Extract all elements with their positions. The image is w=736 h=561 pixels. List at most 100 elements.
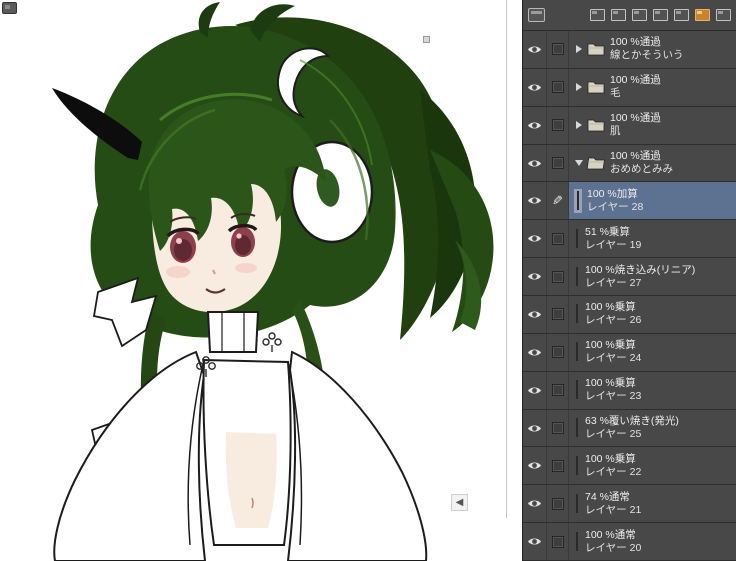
layer-row-content[interactable]: 100 %乗算 レイヤー 22 — [569, 447, 736, 484]
layer-thumbnail[interactable] — [576, 304, 578, 324]
corner-toolbar-icon[interactable] — [2, 2, 17, 14]
active-panel-icon[interactable] — [695, 9, 710, 21]
layer-row-content[interactable]: 74 %通常 レイヤー 21 — [569, 485, 736, 522]
layer-thumbnail[interactable] — [576, 455, 578, 475]
layer-row-content[interactable]: 63 %覆い焼き(発光) レイヤー 25 — [569, 410, 736, 447]
visibility-toggle[interactable] — [523, 333, 547, 371]
expand-arrow-icon[interactable] — [576, 83, 582, 92]
layer-text: 100 %乗算 レイヤー 26 — [585, 301, 641, 327]
layer-row[interactable]: ✎ 100 %通常 レイヤー 20 — [523, 523, 736, 561]
layer-checkbox-cell[interactable]: ✎ — [547, 258, 569, 296]
visibility-toggle[interactable] — [523, 258, 547, 296]
layer-checkbox-cell[interactable]: ✎ — [547, 296, 569, 333]
layer-row[interactable]: ✎ 100 %乗算 レイヤー 22 — [523, 447, 736, 486]
layer-row[interactable]: ✎ 100 %加算 レイヤー 28 — [523, 182, 736, 221]
layer-checkbox-cell[interactable]: ✎ — [547, 447, 569, 485]
layer-checkbox-cell[interactable]: ✎ — [547, 144, 569, 182]
scroll-left-arrow-icon[interactable]: ◀ — [451, 494, 468, 511]
layer-row-content[interactable]: 100 %加算 レイヤー 28 — [569, 182, 736, 220]
layer-blend: 100 %乗算 — [585, 377, 636, 390]
layer-thumbnail[interactable] — [577, 190, 579, 210]
eye-icon — [528, 387, 541, 394]
layer-row[interactable]: ✎ 100 %焼き込み(リニア) レイヤー 27 — [523, 258, 736, 297]
canvas-area[interactable]: ◀ — [0, 0, 522, 561]
layer-checkbox-cell[interactable]: ✎ — [547, 523, 569, 561]
layer-row[interactable]: ✎ 100 %乗算 レイヤー 26 — [523, 296, 736, 334]
visibility-toggle[interactable] — [523, 182, 547, 220]
folder-row-content[interactable]: 100 %通過 線とかそういう — [569, 31, 736, 68]
expand-arrow-icon[interactable] — [576, 45, 582, 54]
layer-row[interactable]: ✎ 51 %乗算 レイヤー 19 — [523, 220, 736, 259]
layer-folder-row[interactable]: ✎ 100 %通過 肌 — [523, 106, 736, 145]
visibility-toggle[interactable] — [523, 31, 547, 68]
layer-row[interactable]: ✎ 74 %通常 レイヤー 21 — [523, 485, 736, 524]
folder-row-content[interactable]: 100 %通過 おめめとみみ — [569, 145, 736, 182]
visibility-toggle[interactable] — [523, 447, 547, 485]
layer-name: レイヤー 26 — [585, 314, 642, 327]
layer-checkbox-cell[interactable]: ✎ — [547, 68, 569, 106]
layer-thumbnail[interactable] — [576, 418, 578, 438]
canvas-marker-dot — [423, 36, 430, 43]
folder-row-content[interactable]: 100 %通過 毛 — [569, 69, 736, 106]
layer-checkbox-cell[interactable]: ✎ — [547, 409, 569, 447]
layer-row-content[interactable]: 100 %乗算 レイヤー 24 — [569, 334, 736, 371]
artwork-illustration[interactable] — [0, 0, 522, 561]
eye-icon — [528, 122, 541, 129]
layer-row-content[interactable]: 100 %乗算 レイヤー 26 — [569, 296, 736, 333]
dock-panel-icon[interactable] — [632, 9, 647, 21]
checkbox-icon — [551, 535, 564, 548]
layer-text: 100 %通常 レイヤー 20 — [585, 529, 641, 555]
layer-row[interactable]: ✎ 63 %覆い焼き(発光) レイヤー 25 — [523, 409, 736, 448]
layer-thumbnail-wrap — [574, 228, 580, 250]
visibility-toggle[interactable] — [523, 409, 547, 447]
float-panel-icon[interactable] — [590, 9, 605, 21]
layer-checkbox-cell[interactable]: ✎ — [547, 31, 569, 68]
layer-thumbnail[interactable] — [576, 228, 578, 248]
layer-row-content[interactable]: 51 %乗算 レイヤー 19 — [569, 220, 736, 257]
visibility-toggle[interactable] — [523, 220, 547, 258]
folder-row-content[interactable]: 100 %通過 肌 — [569, 107, 736, 144]
layer-row[interactable]: ✎ 100 %乗算 レイヤー 23 — [523, 371, 736, 410]
layer-checkbox-cell[interactable]: ✎ — [547, 182, 569, 220]
layer-checkbox-cell[interactable]: ✎ — [547, 333, 569, 371]
layer-blend: 100 %通過 — [610, 112, 661, 125]
layer-folder-row[interactable]: ✎ 100 %通過 毛 — [523, 68, 736, 107]
merge-panel-icon[interactable] — [674, 9, 689, 21]
layer-thumbnail[interactable] — [576, 493, 578, 513]
folder-icon — [587, 81, 605, 94]
expand-arrow-icon[interactable] — [576, 121, 582, 130]
layer-blend: 100 %通過 — [610, 150, 661, 162]
checkbox-icon — [551, 119, 564, 132]
add-panel-icon[interactable] — [653, 9, 668, 21]
layer-row-content[interactable]: 100 %通常 レイヤー 20 — [569, 523, 736, 560]
layer-thumbnail[interactable] — [576, 380, 578, 400]
folder-icon — [587, 119, 605, 132]
layer-thumbnail-wrap — [574, 266, 580, 288]
visibility-toggle[interactable] — [523, 523, 547, 561]
visibility-toggle[interactable] — [523, 485, 547, 523]
visibility-toggle[interactable] — [523, 296, 547, 333]
layer-checkbox-cell[interactable]: ✎ — [547, 371, 569, 409]
layer-row[interactable]: ✎ 100 %乗算 レイヤー 24 — [523, 333, 736, 372]
layer-name: レイヤー 25 — [585, 428, 642, 441]
visibility-toggle[interactable] — [523, 106, 547, 144]
layer-row-content[interactable]: 100 %焼き込み(リニア) レイヤー 27 — [569, 258, 736, 295]
layer-thumbnail[interactable] — [576, 266, 578, 286]
layer-checkbox-cell[interactable]: ✎ — [547, 106, 569, 144]
expand-arrow-icon[interactable] — [575, 160, 583, 166]
layer-thumbnail[interactable] — [576, 342, 578, 362]
layer-folder-row[interactable]: ✎ 100 %通過 おめめとみみ — [523, 144, 736, 183]
palette-dock-icon[interactable] — [528, 8, 545, 22]
eye-icon — [528, 160, 541, 166]
layer-checkbox-cell[interactable]: ✎ — [547, 220, 569, 258]
visibility-toggle[interactable] — [523, 68, 547, 106]
visibility-toggle[interactable] — [523, 371, 547, 409]
panel-menu-icon[interactable] — [716, 9, 731, 21]
float-all-panels-icon[interactable] — [611, 9, 626, 21]
layer-thumbnail[interactable] — [576, 531, 578, 551]
layer-folder-row[interactable]: ✎ 100 %通過 線とかそういう — [523, 31, 736, 69]
visibility-toggle[interactable] — [523, 144, 547, 182]
layer-name: レイヤー 27 — [585, 276, 642, 289]
layer-checkbox-cell[interactable]: ✎ — [547, 485, 569, 523]
layer-row-content[interactable]: 100 %乗算 レイヤー 23 — [569, 372, 736, 409]
